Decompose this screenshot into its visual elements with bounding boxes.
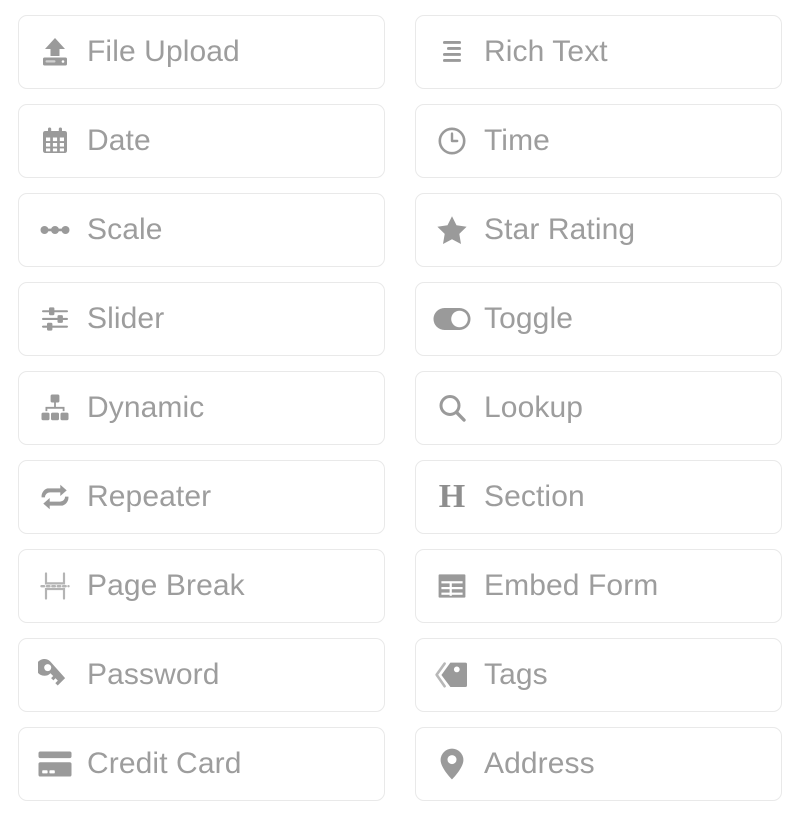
field-card-repeater[interactable]: Repeater	[18, 460, 385, 534]
field-card-dynamic[interactable]: Dynamic	[18, 371, 385, 445]
clock-icon	[430, 119, 474, 163]
align-left-icon	[430, 30, 474, 74]
field-card-slider[interactable]: Slider	[18, 282, 385, 356]
field-card-file-upload[interactable]: File Upload	[18, 15, 385, 89]
search-icon	[430, 386, 474, 430]
field-card-label: Lookup	[484, 393, 584, 423]
scale-dots-icon	[33, 208, 77, 252]
repeat-arrows-icon	[33, 475, 77, 519]
field-card-label: Address	[484, 749, 595, 779]
field-card-section[interactable]: H Section	[415, 460, 782, 534]
field-card-label: Embed Form	[484, 571, 659, 601]
field-card-address[interactable]: Address	[415, 727, 782, 801]
field-card-scale[interactable]: Scale	[18, 193, 385, 267]
file-upload-icon	[33, 30, 77, 74]
field-card-tags[interactable]: Tags	[415, 638, 782, 712]
field-card-label: Tags	[484, 660, 548, 690]
tag-icon	[430, 653, 474, 697]
heading-h-icon: H	[430, 475, 474, 519]
field-card-label: Rich Text	[484, 37, 608, 67]
field-card-label: Credit Card	[87, 749, 242, 779]
field-type-palette: File Upload Rich Text Date Time Scale St…	[0, 0, 800, 801]
field-card-star-rating[interactable]: Star Rating	[415, 193, 782, 267]
field-card-time[interactable]: Time	[415, 104, 782, 178]
key-icon	[33, 653, 77, 697]
field-card-label: Scale	[87, 215, 163, 245]
field-card-label: Date	[87, 126, 151, 156]
map-pin-icon	[430, 742, 474, 786]
field-card-lookup[interactable]: Lookup	[415, 371, 782, 445]
field-card-label: Slider	[87, 304, 165, 334]
field-card-date[interactable]: Date	[18, 104, 385, 178]
field-card-label: Password	[87, 660, 220, 690]
heading-h-glyph: H	[438, 478, 466, 515]
page-break-icon	[33, 564, 77, 608]
star-icon	[430, 208, 474, 252]
field-card-password[interactable]: Password	[18, 638, 385, 712]
field-card-rich-text[interactable]: Rich Text	[415, 15, 782, 89]
field-card-label: Dynamic	[87, 393, 205, 423]
field-card-credit-card[interactable]: Credit Card	[18, 727, 385, 801]
calendar-icon	[33, 119, 77, 163]
sitemap-icon	[33, 386, 77, 430]
field-card-label: Time	[484, 126, 550, 156]
field-card-embed-form[interactable]: Embed Form	[415, 549, 782, 623]
field-card-label: Star Rating	[484, 215, 636, 245]
sliders-icon	[33, 297, 77, 341]
field-card-label: Toggle	[484, 304, 574, 334]
field-card-label: Repeater	[87, 482, 212, 512]
field-card-label: File Upload	[87, 37, 240, 67]
field-card-toggle[interactable]: Toggle	[415, 282, 782, 356]
credit-card-icon	[33, 742, 77, 786]
toggle-on-icon	[430, 297, 474, 341]
field-card-page-break[interactable]: Page Break	[18, 549, 385, 623]
field-card-label: Section	[484, 482, 585, 512]
field-card-label: Page Break	[87, 571, 245, 601]
table-grid-icon	[430, 564, 474, 608]
